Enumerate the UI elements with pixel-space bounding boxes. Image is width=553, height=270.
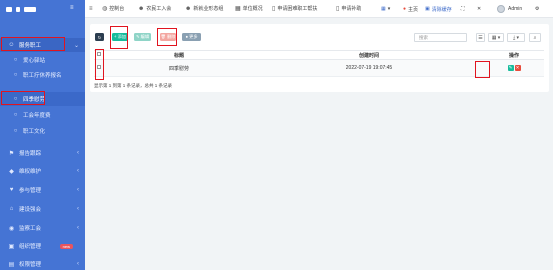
lock-icon: ▤: [8, 261, 15, 268]
sidebar-group-supervision[interactable]: ◉ 监察工会 ‹: [0, 221, 85, 235]
new-badge: new: [59, 243, 73, 249]
columns-icon: ▦ ▾: [491, 34, 501, 41]
eye-icon: ◉: [8, 225, 15, 232]
team-icon: ☻: [185, 5, 192, 12]
flag-icon: ⚑: [8, 150, 15, 157]
chevron-left-icon: ‹: [77, 206, 79, 212]
delete-button[interactable]: 🗑 删除: [160, 33, 176, 41]
app-root: ≡ ☺ 服务职工 ⌄ ○ 爱心驿站 ○ 职工疗休养报名 ○ 四季慰劳 ○ 工会年…: [0, 0, 553, 270]
clear-cache-button[interactable]: ▣ 清除缓存: [425, 0, 452, 18]
table-row[interactable]: 四季慰劳 2022-07-19 19:07:45 ✎ ✕: [94, 59, 544, 77]
settings-icon[interactable]: ⚙: [535, 0, 539, 18]
tab-menu-dropdown[interactable]: ▦ ▾: [381, 0, 390, 18]
circle-icon: ○: [13, 128, 18, 134]
chevron-left-icon: ‹: [77, 150, 79, 156]
trash-icon: ▣: [425, 6, 430, 12]
topnav-new-employment[interactable]: ☻ 新就业形态组: [185, 5, 223, 13]
columns-dropdown[interactable]: ▦ ▾: [488, 33, 504, 42]
row-delete-button[interactable]: ✕: [514, 64, 521, 71]
topnav-subsidy-apply[interactable]: ▯ 申请补助: [336, 5, 361, 12]
logo: ≡: [0, 0, 85, 18]
sidebar-group-service[interactable]: ☺ 服务职工 ⌄: [0, 38, 85, 52]
sidebar-group-report[interactable]: ⚑ 报告跟踪 ‹: [0, 146, 85, 160]
avatar: [497, 5, 505, 13]
chevron-left-icon: ‹: [77, 261, 79, 267]
fullscreen-icon[interactable]: ⛶: [461, 0, 465, 18]
chevron-left-icon: ‹: [77, 187, 79, 193]
export-dropdown[interactable]: ⤓ ▾: [507, 33, 525, 42]
sidebar-group-rights[interactable]: ◆ 维权维护 ‹: [0, 164, 85, 178]
list-view-button[interactable]: ☰: [476, 33, 485, 42]
chevron-left-icon: ‹: [77, 225, 79, 231]
user-menu[interactable]: Admin: [497, 0, 522, 18]
heart-icon: ♥: [9, 187, 14, 193]
sidebar-group-participation[interactable]: ♥ 参与管理 ‹: [0, 183, 85, 197]
refresh-icon: ↻: [97, 34, 102, 40]
sidebar-item-seasonal-care[interactable]: ○ 四季慰劳: [0, 92, 85, 106]
column-header-actions: 操作: [484, 50, 544, 60]
sidebar-item-annual-fee[interactable]: ○ 工会年度费: [0, 108, 85, 122]
add-button[interactable]: + 添加: [112, 33, 128, 41]
select-all-checkbox[interactable]: [94, 50, 104, 60]
building-icon: ▦: [235, 6, 241, 12]
sidebar-group-build[interactable]: ⌂ 建设强会 ‹: [0, 202, 85, 216]
circle-icon: ○: [13, 72, 18, 78]
sidebar-group-organization[interactable]: ▣ 组织管理 new: [0, 239, 85, 253]
chevron-left-icon: ‹: [77, 168, 79, 174]
edit-button[interactable]: ✎ 编辑: [134, 33, 151, 41]
download-icon: ⤓ ▾: [512, 34, 520, 41]
content-panel: ↻ + 添加 ✎ 编辑 🗑 删除 ● 更多 搜索 ☰ ▦ ▾ ⤓ ▾ ⌕ 标题 …: [90, 24, 549, 92]
topnav-hardship-apply[interactable]: ▯ 申请困难职工帮扶: [272, 5, 317, 12]
shield-icon: ◆: [9, 168, 14, 175]
chevron-down-icon: ⌄: [73, 42, 79, 49]
dashboard-icon: ◍: [102, 6, 108, 12]
home-tab[interactable]: ● 主页: [403, 0, 418, 18]
more-button[interactable]: ● 更多: [182, 33, 201, 41]
sidebar-item-love-station[interactable]: ○ 爱心驿站: [0, 53, 85, 67]
search-input[interactable]: 搜索: [414, 33, 467, 42]
users-icon: ☺: [8, 42, 15, 48]
list-icon: ☰: [478, 34, 483, 41]
sidebar-group-permission[interactable]: ▤ 权限管理 ‹: [0, 257, 85, 270]
pagination-summary: 显示第 1 到第 1 条记录，总共 1 条记录: [94, 83, 173, 88]
caret-down-icon: ▾: [387, 6, 391, 12]
circle-icon: ○: [13, 96, 18, 102]
advanced-search-button[interactable]: ⌕: [529, 33, 541, 42]
top-nav: ≡ ◍ 控制台 ☻ 农民工入会 ☻ 新就业形态组 ▦ 单位概况 ▯ 申请困难职工…: [85, 0, 553, 18]
row-actions: ✎ ✕: [484, 59, 544, 77]
row-title: 四季慰劳: [104, 59, 254, 77]
column-header-title[interactable]: 标题: [104, 50, 254, 60]
org-icon: ▣: [8, 243, 15, 250]
table-header-row: 标题 创建时间 操作: [94, 50, 544, 60]
sidebar-item-culture[interactable]: ○ 职工文化: [0, 124, 85, 138]
data-table: 标题 创建时间 操作 四季慰劳 2022-07-19 19:07:45 ✎ ✕: [94, 50, 544, 77]
menu-toggle-icon[interactable]: ≡: [70, 5, 74, 11]
file-icon: ▯: [272, 6, 276, 12]
hamburger-icon[interactable]: ≡: [89, 6, 93, 12]
row-checkbox[interactable]: [94, 59, 104, 77]
home-icon: ●: [403, 6, 407, 12]
grid-icon: ▦: [381, 6, 386, 12]
topnav-migrant-join[interactable]: ☻ 农民工入会: [138, 5, 171, 13]
refresh-button[interactable]: ↻: [95, 33, 104, 41]
circle-icon: ○: [13, 57, 18, 63]
row-edit-button[interactable]: ✎: [507, 64, 514, 71]
user-plus-icon: ☻: [138, 5, 145, 12]
circle-icon: ○: [13, 112, 18, 118]
column-header-created[interactable]: 创建时间: [254, 50, 484, 60]
home-icon: ⌂: [9, 206, 14, 212]
search-icon: ⌕: [533, 34, 537, 41]
file-icon: ▯: [336, 6, 340, 12]
sidebar-item-recuperation[interactable]: ○ 职工疗休养报名: [0, 68, 85, 82]
expand-icon[interactable]: ✕: [477, 0, 481, 18]
topnav-dashboard[interactable]: ◍ 控制台: [102, 5, 124, 12]
topnav-unit-overview[interactable]: ▦ 单位概况: [235, 5, 263, 12]
row-created: 2022-07-19 19:07:45: [254, 59, 484, 77]
sidebar: ≡ ☺ 服务职工 ⌄ ○ 爱心驿站 ○ 职工疗休养报名 ○ 四季慰劳 ○ 工会年…: [0, 0, 85, 270]
